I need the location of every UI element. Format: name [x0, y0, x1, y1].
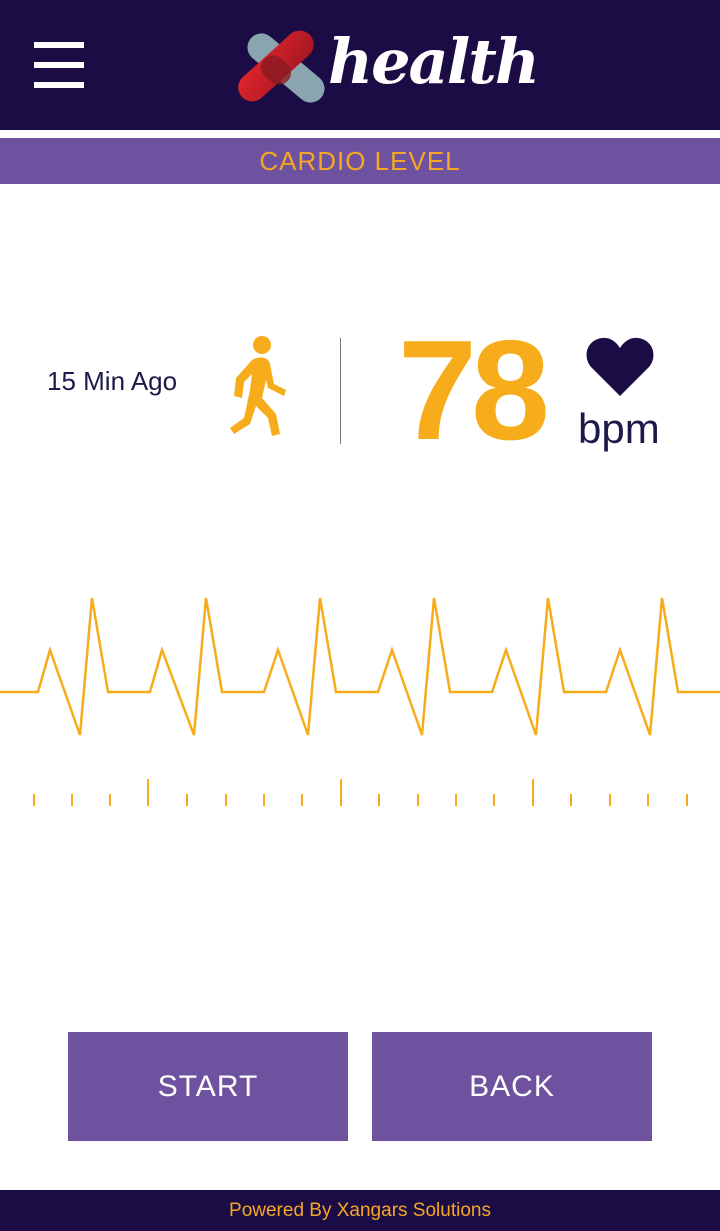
- x-logo-icon: [238, 30, 325, 103]
- walking-person-icon: [230, 336, 286, 436]
- heart-rate-unit: bpm: [578, 405, 660, 452]
- section-title: CARDIO LEVEL: [259, 146, 461, 176]
- heart-rate-value: 78: [398, 311, 550, 470]
- app-root: health CARDIO LEVEL 15 Min Ago 78 bpm ST…: [0, 0, 720, 1231]
- ecg-tick-marks: [33, 779, 688, 806]
- app-header: health: [0, 0, 720, 130]
- last-measured-label: 15 Min Ago: [47, 366, 178, 396]
- start-button[interactable]: START: [68, 1032, 348, 1141]
- section-header: CARDIO LEVEL: [0, 138, 720, 184]
- xhealth-logo: health: [230, 18, 540, 110]
- heart-icon: [586, 337, 654, 396]
- logo-text: health: [328, 25, 540, 98]
- ecg-waveform: [0, 597, 720, 806]
- footer-credit: Powered By Xangars Solutions: [229, 1200, 491, 1221]
- vertical-divider: [340, 338, 341, 444]
- hamburger-menu-icon[interactable]: [34, 40, 86, 92]
- ecg-line: [0, 597, 720, 736]
- back-button[interactable]: BACK: [372, 1032, 652, 1141]
- app-footer: Powered By Xangars Solutions: [0, 1190, 720, 1231]
